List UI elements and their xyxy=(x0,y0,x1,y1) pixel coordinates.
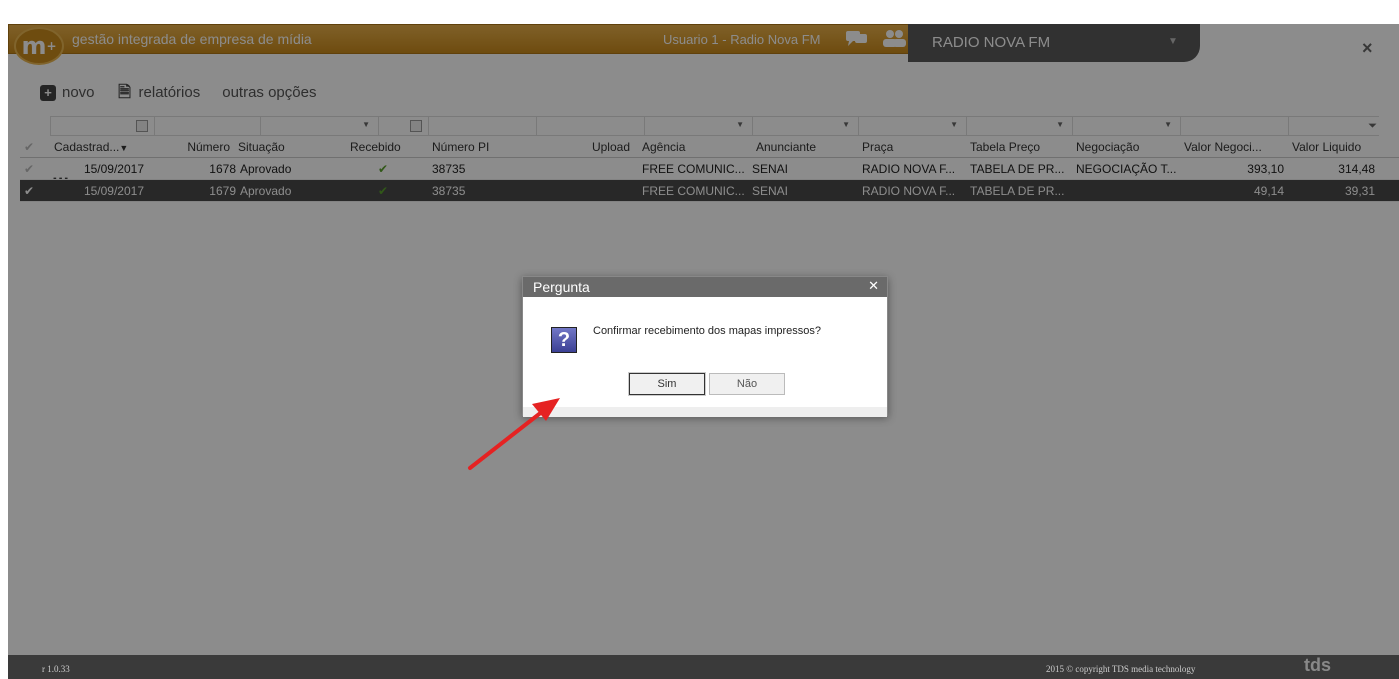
close-icon[interactable]: ✕ xyxy=(868,278,879,294)
question-icon: ? xyxy=(551,327,577,353)
version-label: r 1.0.33 xyxy=(42,664,70,674)
dialog-footer xyxy=(523,407,887,417)
dialog-header: Pergunta ✕ xyxy=(523,277,887,297)
copyright-label: 2015 © copyright TDS media technology xyxy=(1046,664,1196,674)
dialog-message: Confirmar recebimento dos mapas impresso… xyxy=(593,325,822,337)
dialog-body: ? Confirmar recebimento dos mapas impres… xyxy=(523,297,887,417)
dialog-title: Pergunta xyxy=(533,279,590,295)
question-dialog: Pergunta ✕ ? Confirmar recebimento dos m… xyxy=(522,276,888,417)
footer: r 1.0.33 2015 © copyright TDS media tech… xyxy=(8,655,1399,679)
yes-button[interactable]: Sim xyxy=(628,372,706,396)
no-button[interactable]: Não xyxy=(709,373,785,395)
brand-logo: tds xyxy=(1304,655,1331,675)
